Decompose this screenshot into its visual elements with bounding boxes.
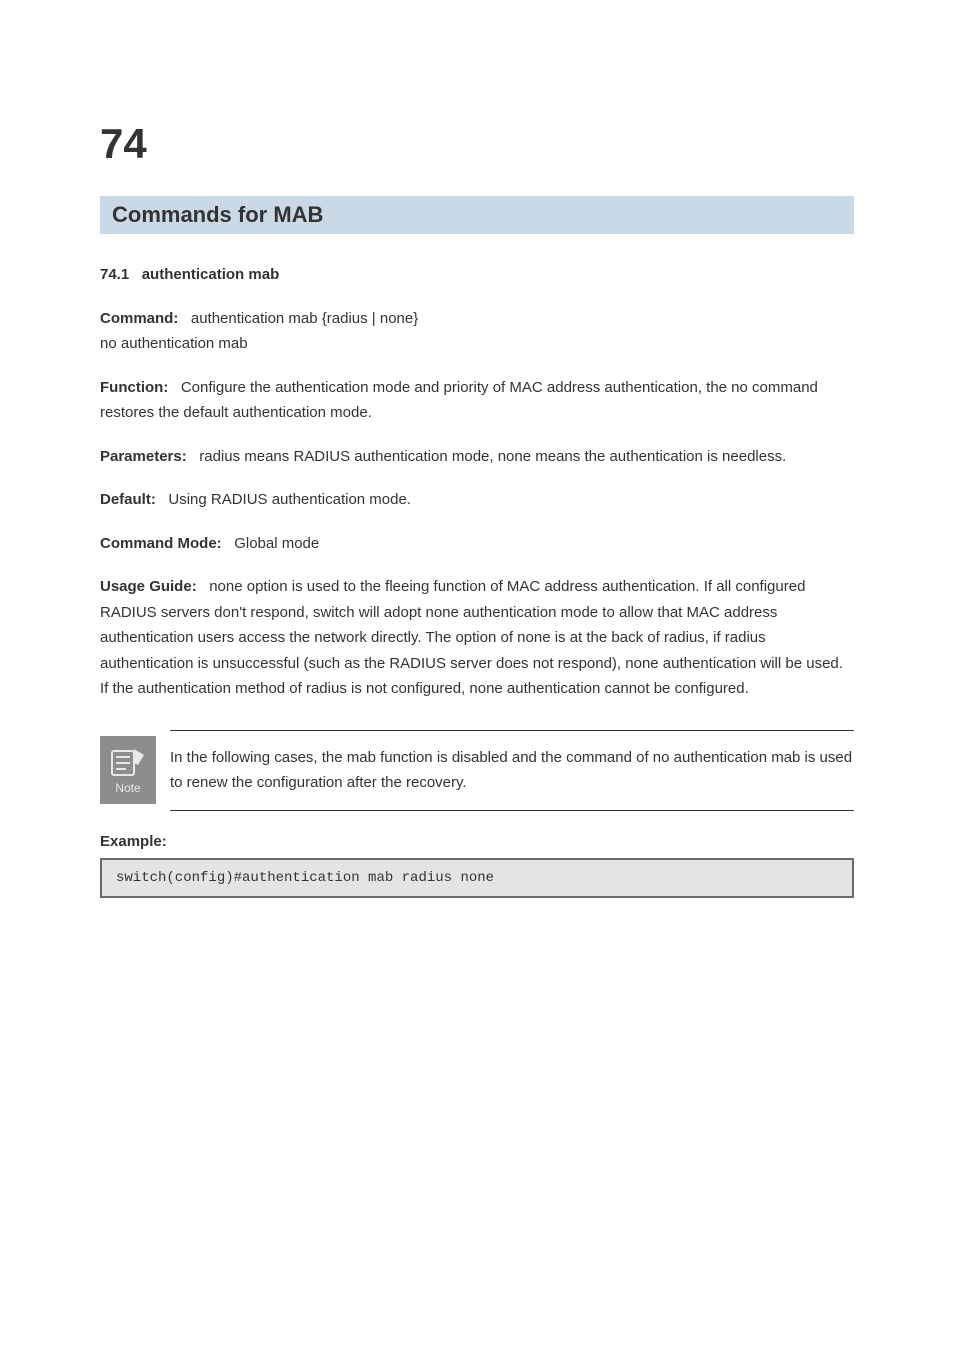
usage-guide-paragraph: Usage Guide: none option is used to the … [100, 574, 854, 702]
command-mode-label: Command Mode: [100, 535, 222, 552]
section-number: 74.1 [100, 266, 129, 283]
example-code-block: switch(config)#authentication mab radius… [100, 858, 854, 898]
usage-guide-text: none option is used to the fleeing funct… [100, 578, 843, 697]
function-label: Function: [100, 379, 168, 396]
parameters-paragraph: Parameters: radius means RADIUS authenti… [100, 444, 854, 470]
command-mode-paragraph: Command Mode: Global mode [100, 531, 854, 557]
function-text: Configure the authentication mode and pr… [100, 379, 818, 422]
command-syntax-enable: authentication mab {radius | none} [191, 310, 418, 327]
function-paragraph: Function: Configure the authentication m… [100, 375, 854, 426]
chapter-title-text: Commands for MAB [112, 202, 323, 227]
default-label: Default: [100, 491, 156, 508]
section-name: authentication mab [142, 266, 280, 283]
default-paragraph: Default: Using RADIUS authentication mod… [100, 487, 854, 513]
example-label: Example: [100, 833, 854, 850]
note-text: In the following cases, the mab function… [170, 745, 854, 796]
note-icon: Note [100, 730, 156, 804]
command-syntax-disable: no authentication mab [100, 335, 248, 352]
command-syntax: Command: authentication mab {radius | no… [100, 306, 854, 357]
section-heading: 74.1 authentication mab [100, 262, 854, 288]
note-bottom-rule [170, 810, 854, 811]
chapter-title-banner: Commands for MAB [100, 196, 854, 234]
parameters-text: radius means RADIUS authentication mode,… [199, 448, 786, 465]
note-icon-label: Note [115, 781, 140, 795]
command-label: Command: [100, 310, 178, 327]
default-text: Using RADIUS authentication mode. [168, 491, 411, 508]
usage-guide-label: Usage Guide: [100, 578, 197, 595]
note-block: Note In the following cases, the mab fun… [100, 730, 854, 811]
parameters-label: Parameters: [100, 448, 187, 465]
chapter-number: 74 [100, 120, 854, 168]
command-mode-text: Global mode [234, 535, 319, 552]
